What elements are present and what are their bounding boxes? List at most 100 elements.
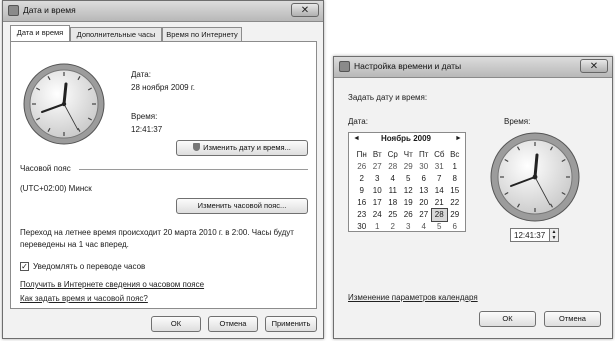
calendar-day[interactable]: 31 (432, 161, 448, 173)
calendar-day[interactable]: 28 (430, 208, 448, 222)
date-label: Дата: (131, 70, 151, 79)
calendar-day[interactable]: 14 (432, 185, 448, 197)
calendar-day[interactable]: 12 (401, 185, 417, 197)
datetime-titlebar[interactable]: Дата и время ✕ (3, 1, 323, 22)
window-title: Дата и время (23, 5, 76, 15)
datetime-window: Дата и время ✕ Дата и время Дополнительн… (2, 0, 324, 339)
calendar: ◄ Ноябрь 2009 ► Пн Вт Ср Чт Пт Сб Вс 26 27 28 29 30… (348, 132, 466, 232)
set-datetime-window: Настройка времени и даты ✕ Задать дату и… (333, 56, 613, 339)
prev-month-icon[interactable]: ◄ (353, 135, 360, 142)
calendar-day[interactable]: 27 (370, 161, 386, 173)
calendar-weekday: Вс (450, 150, 460, 159)
calendar-day[interactable]: 17 (370, 197, 386, 209)
time-spinner-field[interactable]: 12:41:37 (510, 228, 550, 242)
calendar-month-year[interactable]: Ноябрь 2009 (381, 134, 431, 143)
calendar-day[interactable]: 6 (447, 221, 463, 233)
calendar-day[interactable]: 24 (370, 209, 386, 221)
calendar-weekday: Вт (372, 150, 382, 159)
notify-checkbox[interactable]: ✓ (20, 262, 29, 271)
calendar-day[interactable]: 30 (354, 221, 370, 233)
tab-internet-time[interactable]: Время по Интернету (162, 27, 242, 42)
change-datetime-label: Изменить дату и время... (203, 143, 291, 152)
tab-date-time[interactable]: Дата и время (10, 25, 70, 42)
calendar-day[interactable]: 22 (447, 197, 463, 209)
window-title: Настройка времени и даты (354, 61, 462, 71)
calendar-day[interactable]: 7 (432, 173, 448, 185)
chevron-down-icon[interactable]: ▼ (550, 235, 558, 241)
calendar-day[interactable]: 27 (416, 209, 432, 221)
tab-additional-clocks[interactable]: Дополнительные часы (70, 27, 162, 42)
dst-note-line2: переведены на 1 час вперед. (20, 240, 129, 249)
calendar-grid: Пн Вт Ср Чт Пт Сб Вс 26 27 28 29 30 31 1 2 3 4 5 6 7 8 9 10 11 1… (354, 149, 463, 233)
calendar-day[interactable]: 29 (447, 209, 463, 221)
calendar-day[interactable]: 25 (385, 209, 401, 221)
dst-note-line1: Переход на летнее время происходит 20 ма… (20, 228, 294, 237)
analog-clock (23, 63, 105, 145)
calendar-day[interactable]: 23 (354, 209, 370, 221)
close-icon[interactable]: ✕ (580, 59, 608, 73)
change-datetime-button[interactable]: Изменить дату и время... (176, 140, 308, 156)
time-label: Время: (504, 117, 531, 126)
calendar-day[interactable]: 3 (401, 221, 417, 233)
calendar-settings-link[interactable]: Изменение параметров календаря (348, 293, 478, 302)
calendar-day[interactable]: 18 (385, 197, 401, 209)
calendar-day[interactable]: 4 (416, 221, 432, 233)
instruction-text: Задать дату и время: (348, 93, 428, 102)
date-value: 28 ноября 2009 г. (131, 83, 195, 92)
timezone-separator (79, 169, 308, 170)
calendar-day[interactable]: 26 (354, 161, 370, 173)
ok-button[interactable]: ОК (151, 316, 201, 332)
calendar-day[interactable]: 6 (416, 173, 432, 185)
howto-link[interactable]: Как задать время и часовой пояс? (20, 294, 148, 303)
calendar-day[interactable]: 30 (416, 161, 432, 173)
next-month-icon[interactable]: ► (455, 135, 462, 142)
ok-button[interactable]: ОК (479, 311, 536, 327)
calendar-day[interactable]: 2 (354, 173, 370, 185)
calendar-day[interactable]: 5 (432, 221, 448, 233)
time-spinner-value: 12:41:37 (514, 231, 546, 240)
calendar-day[interactable]: 26 (401, 209, 417, 221)
calendar-day[interactable]: 28 (385, 161, 401, 173)
calendar-day[interactable]: 29 (401, 161, 417, 173)
tab-panel: Дата: 28 ноября 2009 г. Время: 12:41:37 … (10, 41, 317, 309)
calendar-day[interactable]: 1 (370, 221, 386, 233)
timezone-heading: Часовой пояс (20, 164, 71, 173)
window-icon (339, 61, 350, 72)
calendar-day[interactable]: 5 (401, 173, 417, 185)
analog-clock (490, 132, 580, 222)
set-datetime-titlebar[interactable]: Настройка времени и даты ✕ (334, 57, 612, 78)
calendar-weekday: Пт (419, 150, 429, 159)
date-label: Дата: (348, 117, 368, 126)
calendar-day[interactable]: 9 (354, 185, 370, 197)
calendar-day[interactable]: 4 (385, 173, 401, 185)
change-timezone-button[interactable]: Изменить часовой пояс... (176, 198, 308, 214)
time-value: 12:41:37 (131, 125, 163, 134)
calendar-day[interactable]: 8 (447, 173, 463, 185)
calendar-day[interactable]: 11 (385, 185, 401, 197)
calendar-day[interactable]: 20 (416, 197, 432, 209)
time-label: Время: (131, 112, 158, 121)
calendar-day[interactable]: 1 (447, 161, 463, 173)
calendar-day[interactable]: 21 (432, 197, 448, 209)
checkmark-icon: ✓ (21, 262, 28, 271)
calendar-header: ◄ Ноябрь 2009 ► (349, 133, 465, 147)
apply-button[interactable]: Применить (265, 316, 317, 332)
window-icon (8, 5, 19, 16)
calendar-day[interactable]: 16 (354, 197, 370, 209)
time-spinner-buttons[interactable]: ▲ ▼ (550, 228, 559, 242)
calendar-day[interactable]: 19 (401, 197, 417, 209)
calendar-weekday: Пн (356, 150, 367, 159)
notify-checkbox-label[interactable]: Уведомлять о переводе часов (33, 262, 145, 271)
close-icon[interactable]: ✕ (291, 3, 319, 17)
calendar-weekday: Ср (387, 150, 398, 159)
cancel-button[interactable]: Отмена (208, 316, 258, 332)
tz-info-link[interactable]: Получить в Интернете сведения о часовом … (20, 280, 204, 289)
calendar-day[interactable]: 3 (370, 173, 386, 185)
calendar-day[interactable]: 15 (447, 185, 463, 197)
calendar-day[interactable]: 13 (416, 185, 432, 197)
cancel-button[interactable]: Отмена (544, 311, 601, 327)
calendar-weekday: Сб (434, 150, 445, 159)
calendar-day[interactable]: 2 (385, 221, 401, 233)
calendar-day[interactable]: 10 (370, 185, 386, 197)
shield-icon (193, 143, 201, 151)
